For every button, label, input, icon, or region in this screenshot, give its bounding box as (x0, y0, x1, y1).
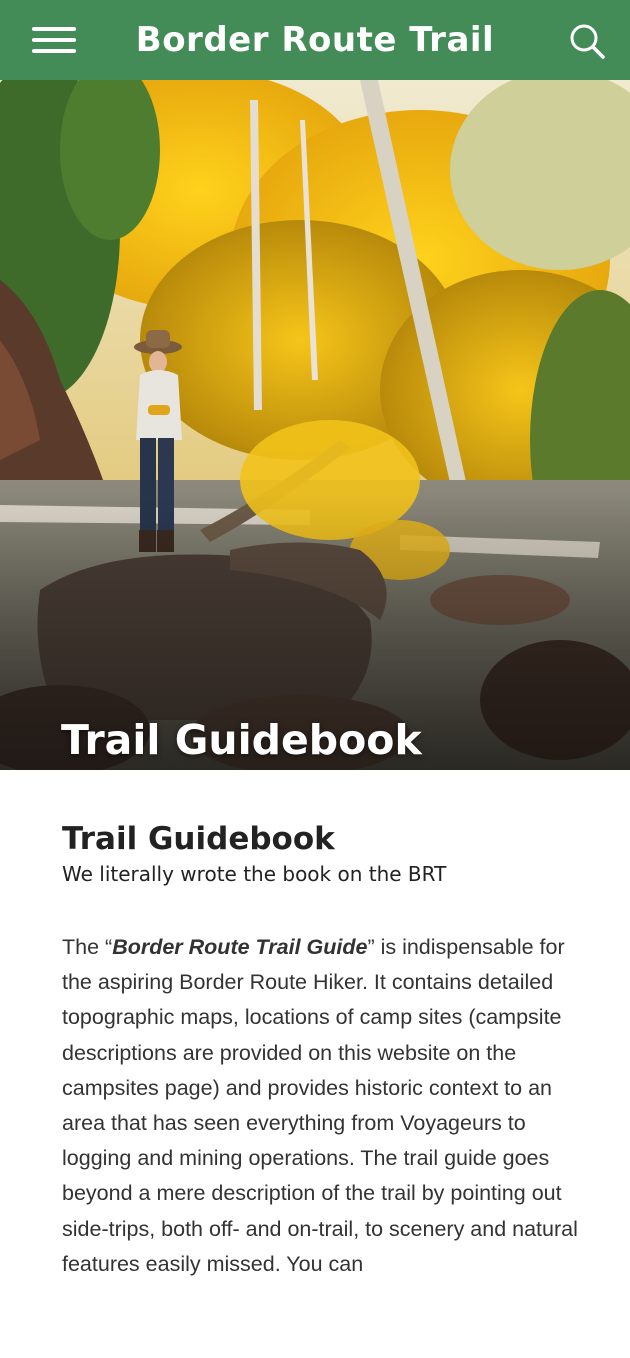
intro-text-before: The “ (62, 935, 113, 959)
hero-banner: Trail Guidebook (0, 80, 630, 770)
hero-photo (0, 80, 630, 770)
hero-title: Trail Guidebook (61, 716, 422, 764)
intro-paragraph: The “Border Route Trail Guide” is indisp… (62, 930, 582, 1282)
hamburger-menu-icon[interactable] (28, 22, 80, 58)
search-icon[interactable] (566, 20, 608, 62)
main-content: Trail Guidebook We literally wrote the b… (62, 820, 582, 1282)
book-title: Border Route Trail Guide (112, 935, 368, 959)
intro-text-after: ” is indispensable for the aspiring Bord… (62, 935, 578, 1276)
top-app-bar: Border Route Trail (0, 0, 630, 80)
site-title[interactable]: Border Route Trail (136, 20, 494, 60)
page-subtitle: We literally wrote the book on the BRT (62, 862, 447, 886)
page-title: Trail Guidebook (62, 821, 335, 857)
